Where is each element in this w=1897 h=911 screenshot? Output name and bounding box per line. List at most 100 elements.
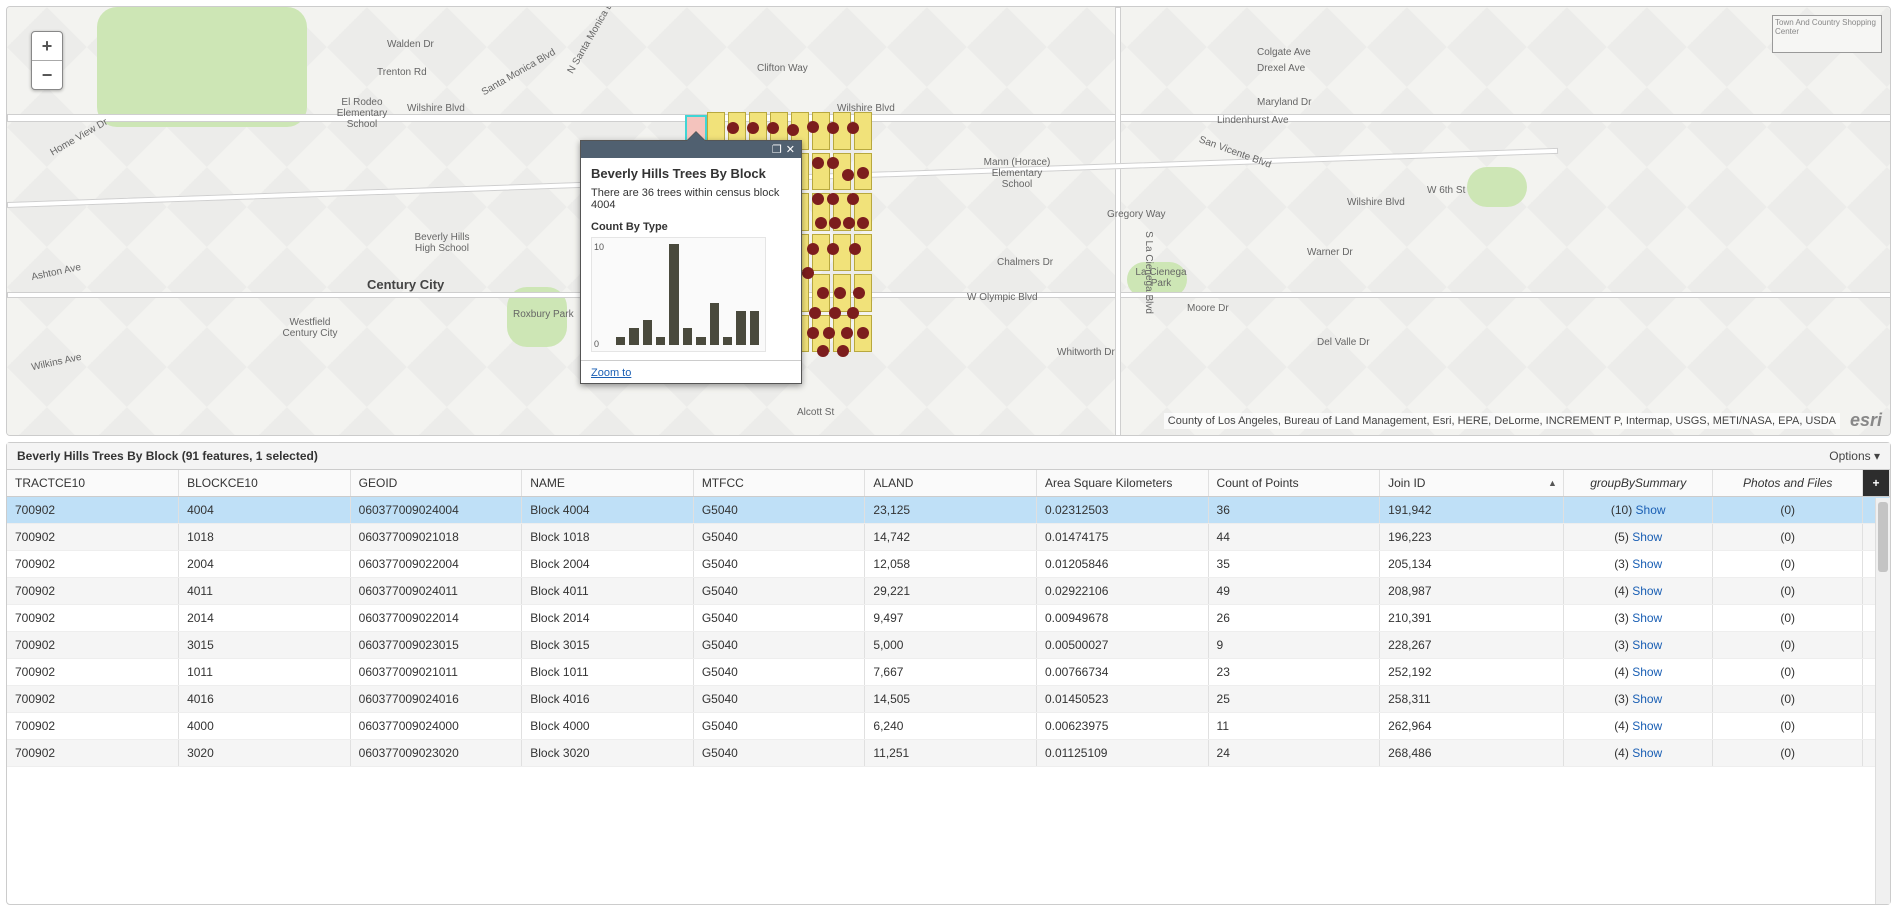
tree-point[interactable] (834, 287, 846, 299)
tree-point[interactable] (727, 122, 739, 134)
feature-popup: ❐ ✕ Beverly Hills Trees By Block There a… (580, 140, 802, 384)
table-row[interactable]: 7009023015060377009023015Block 3015G5040… (7, 632, 1890, 659)
map-panel[interactable]: Wilshire Blvd Wilshire Blvd Wilshire Blv… (6, 6, 1891, 436)
tree-point[interactable] (842, 169, 854, 181)
zoom-in-button[interactable]: + (32, 32, 62, 60)
chart-bar (750, 311, 759, 345)
col-blockce10[interactable]: BLOCKCE10 (179, 470, 351, 497)
show-link[interactable]: Show (1632, 530, 1662, 544)
table-scrollbar[interactable] (1875, 498, 1890, 904)
popup-maximize-icon[interactable]: ❐ (772, 143, 782, 156)
road (7, 292, 1891, 298)
table-row[interactable]: 7009024011060377009024011Block 4011G5040… (7, 578, 1890, 605)
popup-header: ❐ ✕ (581, 141, 801, 158)
chart-bar (683, 328, 692, 345)
table-row[interactable]: 7009023020060377009023020Block 3020G5040… (7, 740, 1890, 767)
col-mtfcc[interactable]: MTFCC (693, 470, 865, 497)
col-add-field-button[interactable]: + (1862, 470, 1889, 497)
col-count-points[interactable]: Count of Points (1208, 470, 1380, 497)
tree-point[interactable] (829, 217, 841, 229)
tree-point[interactable] (827, 243, 839, 255)
table-row[interactable]: 7009022014060377009022014Block 2014G5040… (7, 605, 1890, 632)
road-label: Gregory Way (1107, 209, 1166, 220)
table-row[interactable]: 7009021011060377009021011Block 1011G5040… (7, 659, 1890, 686)
show-link[interactable]: Show (1632, 665, 1662, 679)
tree-point[interactable] (841, 327, 853, 339)
col-name[interactable]: NAME (522, 470, 694, 497)
tree-point[interactable] (857, 217, 869, 229)
table-row[interactable]: 7009021018060377009021018Block 1018G5040… (7, 524, 1890, 551)
show-link[interactable]: Show (1632, 719, 1662, 733)
tree-point[interactable] (823, 327, 835, 339)
tree-point[interactable] (829, 307, 841, 319)
place-label: El Rodeo Elementary School (327, 97, 397, 130)
chart-bar (723, 337, 732, 345)
road-label: Colgate Ave (1257, 47, 1311, 58)
tree-point[interactable] (802, 267, 814, 279)
col-tractce10[interactable]: TRACTCE10 (7, 470, 179, 497)
table-row[interactable]: 7009024004060377009024004Block 4004G5040… (7, 497, 1890, 524)
col-photos[interactable]: Photos and Files (1713, 470, 1863, 497)
popup-title: Beverly Hills Trees By Block (591, 166, 791, 181)
attribute-table[interactable]: TRACTCE10 BLOCKCE10 GEOID NAME MTFCC ALA… (7, 470, 1890, 767)
tree-point[interactable] (847, 193, 859, 205)
tree-point[interactable] (843, 217, 855, 229)
table-row[interactable]: 7009024016060377009024016Block 4016G5040… (7, 686, 1890, 713)
show-link[interactable]: Show (1632, 692, 1662, 706)
tree-point[interactable] (827, 193, 839, 205)
col-geoid[interactable]: GEOID (350, 470, 522, 497)
tree-point[interactable] (807, 327, 819, 339)
show-link[interactable]: Show (1632, 638, 1662, 652)
attribute-table-panel: Beverly Hills Trees By Block (91 feature… (6, 442, 1891, 905)
table-row[interactable]: 7009022004060377009022004Block 2004G5040… (7, 551, 1890, 578)
show-link[interactable]: Show (1632, 746, 1662, 760)
chart-bar (656, 337, 665, 345)
overview-map[interactable]: Town And Country Shopping Center (1772, 15, 1882, 53)
road-label: Maryland Dr (1257, 97, 1311, 108)
tree-point[interactable] (807, 121, 819, 133)
tree-point[interactable] (767, 122, 779, 134)
tree-point[interactable] (817, 345, 829, 357)
tree-point[interactable] (849, 243, 861, 255)
show-link[interactable]: Show (1632, 557, 1662, 571)
tree-point[interactable] (809, 307, 821, 319)
tree-point[interactable] (857, 167, 869, 179)
road (7, 114, 1891, 122)
tree-point[interactable] (853, 287, 865, 299)
road-label: Alcott St (797, 407, 834, 418)
tree-point[interactable] (847, 307, 859, 319)
popup-zoom-to-link[interactable]: Zoom to (591, 367, 631, 379)
table-options-button[interactable]: Options (1829, 449, 1880, 463)
table-scroll-thumb[interactable] (1878, 502, 1888, 572)
tree-point[interactable] (807, 243, 819, 255)
popup-close-icon[interactable]: ✕ (786, 143, 795, 156)
col-area-km2[interactable]: Area Square Kilometers (1036, 470, 1208, 497)
chart-bar (710, 303, 719, 345)
zoom-out-button[interactable]: − (32, 60, 62, 89)
tree-point[interactable] (817, 287, 829, 299)
tree-point[interactable] (812, 193, 824, 205)
tree-point[interactable] (847, 122, 859, 134)
show-link[interactable]: Show (1636, 503, 1666, 517)
tree-point[interactable] (815, 217, 827, 229)
show-link[interactable]: Show (1632, 611, 1662, 625)
show-link[interactable]: Show (1632, 584, 1662, 598)
col-groupby[interactable]: groupBySummary (1563, 470, 1713, 497)
col-join-id[interactable]: Join ID (1380, 470, 1564, 497)
table-title: Beverly Hills Trees By Block (91 feature… (17, 449, 318, 463)
tree-point[interactable] (747, 122, 759, 134)
tree-point[interactable] (827, 122, 839, 134)
tree-point[interactable] (827, 157, 839, 169)
road (1115, 7, 1121, 436)
chart-bar (736, 311, 745, 345)
tree-point[interactable] (837, 345, 849, 357)
esri-logo: esri (1850, 410, 1882, 431)
tree-point[interactable] (857, 327, 869, 339)
col-aland[interactable]: ALAND (865, 470, 1037, 497)
table-row[interactable]: 7009024000060377009024000Block 4000G5040… (7, 713, 1890, 740)
chart-bar (696, 337, 705, 345)
tree-point[interactable] (787, 124, 799, 136)
tree-point[interactable] (812, 157, 824, 169)
table-header-row: TRACTCE10 BLOCKCE10 GEOID NAME MTFCC ALA… (7, 470, 1890, 497)
place-label: Roxbury Park (513, 309, 574, 320)
